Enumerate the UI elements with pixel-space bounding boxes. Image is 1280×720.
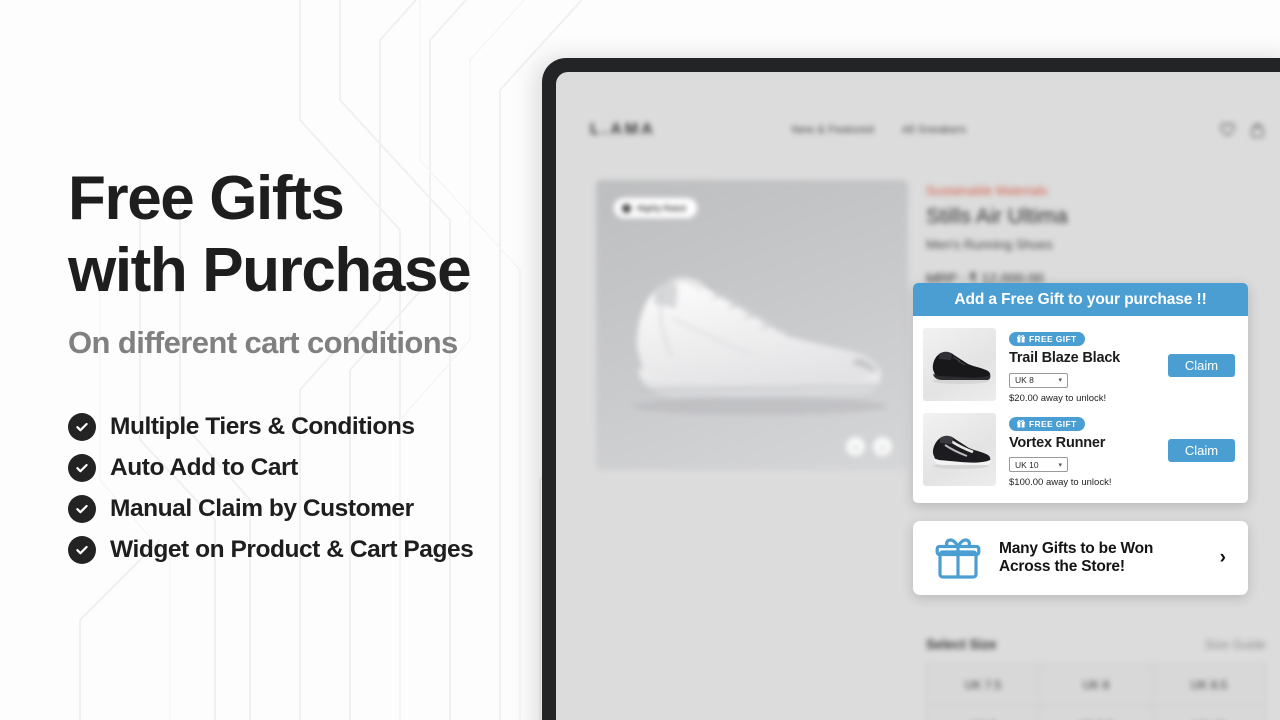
claim-button[interactable]: Claim [1168, 438, 1235, 462]
gift-unlock-text: $20.00 away to unlock! [1009, 392, 1107, 404]
gift-product-name: Vortex Runner [1009, 434, 1106, 451]
feature-label: Auto Add to Cart [110, 453, 298, 481]
gift-box-icon [935, 536, 981, 580]
gift-icon [1017, 419, 1025, 428]
many-gifts-label: Many Gifts to be Won Across the Store! [999, 540, 1154, 575]
gift-size-select[interactable]: UK 8 ▾ [1009, 372, 1068, 388]
gift-icon [1017, 335, 1025, 343]
free-gift-badge-label: FREE GIFT [1029, 418, 1077, 429]
nav-links: New & Featured All Sneakers [792, 124, 966, 136]
chevron-down-icon: ▾ [1058, 461, 1062, 469]
nav-link-all-sneakers[interactable]: All Sneakers [902, 124, 966, 136]
rating-badge-label: Highly Rated [637, 203, 686, 213]
list-item: Manual Claim by Customer [68, 488, 528, 529]
many-gifts-card[interactable]: Many Gifts to be Won Across the Store! › [913, 521, 1248, 595]
feature-label: Manual Claim by Customer [110, 494, 414, 522]
size-option[interactable]: UK 7.5 [927, 665, 1039, 705]
size-selector-label: Select Size [926, 637, 997, 652]
rating-badge: Highly Rated [614, 198, 697, 218]
gift-details: FREE GIFT Vortex Runner UK 10 ▾ $100.00 … [996, 413, 1168, 488]
size-option-grid: UK 7.5 UK 8 UK 8.5 UK 9 UK 9.5 UK 10 [926, 664, 1266, 720]
nav-link-new-featured[interactable]: New & Featured [792, 124, 874, 136]
nav-icon-group [1220, 122, 1264, 138]
free-gift-badge: FREE GIFT [1009, 332, 1085, 346]
gift-unlock-text: $100.00 away to unlock! [1009, 477, 1112, 488]
product-hero-image [610, 238, 894, 418]
gift-details: FREE GIFT Trail Blaze Black UK 8 ▾ $20.0… [996, 328, 1168, 404]
size-option[interactable]: UK 8.5 [1153, 665, 1265, 705]
gift-size-value: UK 10 [1015, 459, 1039, 470]
page-root: Free Gifts with Purchase On different ca… [0, 0, 1280, 720]
claim-button[interactable]: Claim [1168, 354, 1235, 378]
gift-product-name: Trail Blaze Black [1009, 350, 1121, 366]
gallery-carousel-nav: ‹ › [846, 437, 892, 456]
storefront-navbar: L.AMA New & Featured All Sneakers [556, 108, 1280, 152]
chevron-down-icon: ▾ [1058, 377, 1062, 384]
product-title: Stills Air Ultima [926, 205, 1068, 228]
check-circle-icon [68, 494, 96, 523]
hero-copy-panel: Free Gifts with Purchase On different ca… [68, 0, 538, 720]
product-info: Sustainable Materials Stills Air Ultima … [926, 184, 1256, 287]
size-option[interactable]: UK 8 [1040, 665, 1152, 705]
product-subtitle: Men's Running Shoes [926, 237, 1053, 252]
gallery-prev-button[interactable]: ‹ [846, 437, 865, 456]
feature-label: Widget on Product & Cart Pages [110, 535, 474, 563]
list-item: Multiple Tiers & Conditions [68, 406, 528, 447]
list-item: Widget on Product & Cart Pages [68, 529, 528, 570]
free-gift-badge-label: FREE GIFT [1029, 334, 1077, 344]
list-item: FREE GIFT Vortex Runner UK 10 ▾ $100.00 … [923, 410, 1238, 495]
free-gift-badge: FREE GIFT [1009, 416, 1085, 431]
size-option[interactable]: UK 9.5 [1040, 706, 1152, 720]
check-circle-icon [68, 453, 96, 482]
rating-dot-icon [622, 203, 631, 213]
chevron-right-icon[interactable]: › [1220, 547, 1226, 569]
product-gallery[interactable]: Highly Rated ‹ › [596, 180, 908, 470]
list-item: FREE GIFT Trail Blaze Black UK 8 ▾ $20.0… [923, 325, 1238, 410]
free-gift-widget: Add a Free Gift to your purchase !! FREE… [913, 283, 1248, 503]
store-logo: L.AMA [590, 121, 656, 138]
heart-icon[interactable] [1220, 123, 1235, 137]
size-selector: Select Size Size Guide UK 7.5 UK 8 UK 8.… [926, 637, 1266, 720]
size-guide-link[interactable]: Size Guide [1205, 638, 1266, 652]
size-option[interactable]: UK 10 [1153, 706, 1265, 720]
feature-list: Multiple Tiers & Conditions Auto Add to … [68, 406, 528, 570]
gift-product-image [923, 328, 996, 401]
bag-icon[interactable] [1251, 122, 1264, 138]
gift-size-value: UK 8 [1015, 375, 1034, 385]
free-gift-widget-header: Add a Free Gift to your purchase !! [913, 283, 1248, 316]
feature-label: Multiple Tiers & Conditions [110, 412, 415, 440]
gift-size-select[interactable]: UK 10 ▾ [1009, 457, 1068, 472]
gift-product-image [923, 412, 996, 486]
page-title: Free Gifts with Purchase [68, 164, 472, 305]
page-subtitle: On different cart conditions [68, 325, 458, 360]
size-option[interactable]: UK 9 [927, 706, 1039, 720]
check-circle-icon [68, 535, 96, 564]
gallery-next-button[interactable]: › [873, 437, 892, 456]
free-gift-list: FREE GIFT Trail Blaze Black UK 8 ▾ $20.0… [913, 316, 1248, 503]
list-item: Auto Add to Cart [68, 447, 528, 488]
size-selector-header: Select Size Size Guide [926, 637, 1266, 652]
product-tag: Sustainable Materials [926, 184, 1048, 198]
check-circle-icon [68, 412, 96, 441]
